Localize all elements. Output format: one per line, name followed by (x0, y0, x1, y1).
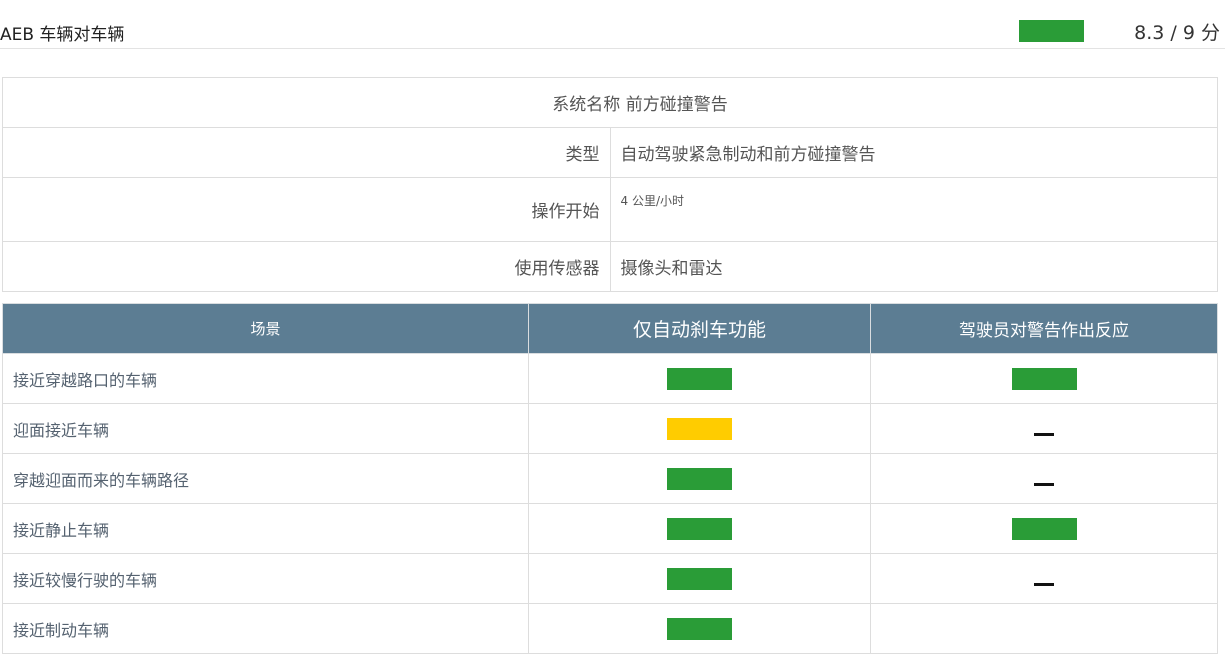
green-rating-indicator (667, 617, 732, 640)
green-rating-indicator (667, 567, 732, 590)
green-rating-indicator (667, 367, 732, 390)
score-badge (1019, 20, 1084, 42)
score-text: 8.3 / 9 分 (1134, 22, 1220, 44)
scenario-label: 迎面接近车辆 (2, 403, 529, 454)
driver-reaction-cell (870, 403, 1218, 454)
scenario-label: 接近穿越路口的车辆 (2, 353, 529, 404)
header-driver-reaction: 驾驶员对警告作出反应 (870, 303, 1218, 354)
scenario-row: 穿越迎面而来的车辆路径 (2, 453, 1218, 504)
scenario-row: 接近制动车辆 (2, 603, 1218, 654)
type-value: 自动驾驶紧急制动和前方碰撞警告 (609, 127, 1218, 178)
auto-brake-cell (528, 603, 871, 654)
header-auto-brake: 仅自动刹车功能 (528, 303, 871, 354)
driver-reaction-cell (870, 603, 1218, 654)
scenario-row: 接近静止车辆 (2, 503, 1218, 554)
sensors-label: 使用传感器 (2, 241, 611, 292)
type-label: 类型 (2, 127, 611, 178)
scenario-row: 接近穿越路口的车辆 (2, 353, 1218, 404)
not-applicable-dash (1034, 483, 1054, 486)
auto-brake-cell (528, 453, 871, 504)
system-name-label: 系统名称 (552, 95, 621, 115)
sensors-value: 摄像头和雷达 (609, 241, 1218, 292)
auto-brake-cell (528, 503, 871, 554)
operation-label: 操作开始 (2, 177, 611, 242)
info-row-type: 类型 自动驾驶紧急制动和前方碰撞警告 (2, 127, 1218, 178)
info-row-sensors: 使用传感器 摄像头和雷达 (2, 241, 1218, 292)
green-rating-indicator (667, 517, 732, 540)
system-info-table: 系统名称 前方碰撞警告 类型 自动驾驶紧急制动和前方碰撞警告 操作开始 4 公里… (2, 77, 1218, 292)
not-applicable-dash (1034, 433, 1054, 436)
yellow-rating-indicator (667, 417, 732, 440)
info-row-operation: 操作开始 4 公里/小时 (2, 177, 1218, 242)
scenario-label: 穿越迎面而来的车辆路径 (2, 453, 529, 504)
driver-reaction-cell (870, 453, 1218, 504)
header-scenario: 场景 (2, 303, 529, 354)
operation-value: 4 公里/小时 (609, 177, 1218, 242)
scenario-label: 接近较慢行驶的车辆 (2, 553, 529, 604)
green-rating-indicator (667, 467, 732, 490)
page-title: AEB 车辆对车辆 (0, 25, 125, 45)
system-name-value: 前方碰撞警告 (625, 95, 728, 115)
auto-brake-cell (528, 353, 871, 404)
scenario-header-row: 场景 仅自动刹车功能 驾驶员对警告作出反应 (2, 303, 1218, 354)
driver-reaction-cell (870, 353, 1218, 404)
driver-reaction-cell (870, 503, 1218, 554)
page-header: AEB 车辆对车辆 8.3 / 9 分 (0, 0, 1225, 49)
green-rating-indicator (1011, 367, 1077, 390)
info-row-system: 系统名称 前方碰撞警告 (2, 77, 1218, 128)
not-applicable-dash (1034, 583, 1054, 586)
driver-reaction-cell (870, 553, 1218, 604)
scenario-label: 接近制动车辆 (2, 603, 529, 654)
auto-brake-cell (528, 403, 871, 454)
green-rating-indicator (1011, 517, 1077, 540)
scenario-table: 场景 仅自动刹车功能 驾驶员对警告作出反应 接近穿越路口的车辆 迎面接近车辆 穿越迎… (2, 303, 1218, 654)
scenario-row: 接近较慢行驶的车辆 (2, 553, 1218, 604)
scenario-label: 接近静止车辆 (2, 503, 529, 554)
scenario-row: 迎面接近车辆 (2, 403, 1218, 454)
auto-brake-cell (528, 553, 871, 604)
